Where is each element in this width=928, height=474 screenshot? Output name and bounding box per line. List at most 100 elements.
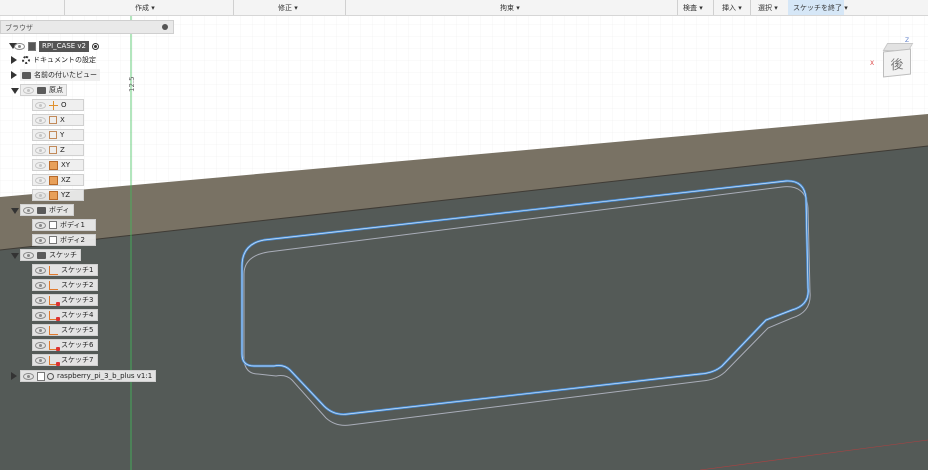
view-cube-face[interactable]: 後 xyxy=(883,48,911,78)
body-item[interactable]: ボディ1 xyxy=(32,219,96,231)
origin-item[interactable]: YZ xyxy=(32,189,84,201)
expand-icon[interactable] xyxy=(11,71,17,79)
visibility-eye-icon[interactable] xyxy=(35,176,46,184)
visibility-eye-icon[interactable] xyxy=(14,42,25,50)
body-item[interactable]: ボディ2 xyxy=(32,234,96,246)
sketch-item-label: スケッチ6 xyxy=(61,341,94,349)
collapse-icon[interactable] xyxy=(11,253,19,259)
sketch-item[interactable]: スケッチ2 xyxy=(32,279,98,291)
browser-title: ブラウザ xyxy=(5,24,33,32)
toolbar-separator xyxy=(345,0,346,15)
folder-icon xyxy=(37,206,46,214)
toolbar-separator xyxy=(677,0,678,15)
visibility-eye-icon[interactable] xyxy=(35,341,46,349)
toolbar-separator xyxy=(64,0,65,15)
axis-icon xyxy=(49,116,57,124)
sketch-item[interactable]: スケッチ7 xyxy=(32,354,98,366)
origin-item[interactable]: XY xyxy=(32,159,84,171)
visibility-eye-icon[interactable] xyxy=(23,251,34,259)
dimension-label[interactable]: 12.5 xyxy=(128,76,136,92)
visibility-eye-icon[interactable] xyxy=(23,86,34,94)
menu-inspect[interactable]: 検査 ▾ xyxy=(683,3,703,13)
origin-label: 原点 xyxy=(49,86,63,94)
canvas-viewport[interactable]: 12.5 xyxy=(0,0,928,471)
plane-icon xyxy=(49,175,58,185)
visibility-eye-icon[interactable] xyxy=(35,101,46,109)
visibility-eye-icon[interactable] xyxy=(35,191,46,199)
collapse-icon[interactable] xyxy=(11,88,19,94)
plane-icon xyxy=(49,190,58,200)
visibility-eye-icon[interactable] xyxy=(35,296,46,304)
toolbar-separator xyxy=(750,0,751,15)
locked-sketch-icon xyxy=(49,295,60,306)
browser-sketches-folder[interactable]: スケッチ xyxy=(20,249,81,261)
link-icon xyxy=(47,372,54,380)
origin-item-label: X xyxy=(60,116,65,124)
body-item-label: ボディ2 xyxy=(60,236,85,244)
sketch-item-label: スケッチ2 xyxy=(61,281,94,289)
folder-icon xyxy=(22,71,31,79)
sketch-icon xyxy=(49,280,58,290)
menu-modify[interactable]: 修正 ▾ xyxy=(278,3,298,13)
body-item-label: ボディ1 xyxy=(60,221,85,229)
sketch-item-label: スケッチ4 xyxy=(61,311,94,319)
browser-bodies-folder[interactable]: ボディ xyxy=(20,204,74,216)
locked-sketch-icon xyxy=(49,355,60,366)
visibility-eye-icon[interactable] xyxy=(35,236,46,244)
sketches-label: スケッチ xyxy=(49,251,77,259)
locked-sketch-icon xyxy=(49,340,60,351)
sketch-item-label: スケッチ1 xyxy=(61,266,94,274)
menu-select[interactable]: 選択 ▾ xyxy=(758,3,778,13)
visibility-eye-icon[interactable] xyxy=(23,206,34,214)
visibility-eye-icon[interactable] xyxy=(35,281,46,289)
view-cube-z-axis: Z xyxy=(905,37,910,44)
origin-point-icon xyxy=(49,100,58,110)
menu-create[interactable]: 作成 ▾ xyxy=(135,3,155,13)
origin-item-label: Y xyxy=(60,131,65,139)
visibility-eye-icon[interactable] xyxy=(35,116,46,124)
browser-document-settings[interactable]: ドキュメントの設定 xyxy=(20,54,96,66)
pin-icon[interactable] xyxy=(162,24,168,30)
visibility-eye-icon[interactable] xyxy=(35,266,46,274)
activate-radio-icon[interactable] xyxy=(92,42,100,50)
visibility-eye-icon[interactable] xyxy=(23,372,34,380)
sketch-item-label: スケッチ3 xyxy=(61,296,94,304)
sketch-item[interactable]: スケッチ5 xyxy=(32,324,98,336)
finish-sketch-button[interactable]: スケッチを終了 ▾ xyxy=(793,3,848,13)
component-label: raspberry_pi_3_b_plus v1:1 xyxy=(57,372,153,380)
origin-item[interactable]: X xyxy=(32,114,84,126)
sketch-item-label: スケッチ5 xyxy=(61,326,94,334)
visibility-eye-icon[interactable] xyxy=(35,146,46,154)
body-icon xyxy=(49,236,57,244)
visibility-eye-icon[interactable] xyxy=(35,356,46,364)
model-view[interactable] xyxy=(0,0,928,471)
sketch-item[interactable]: スケッチ3 xyxy=(32,294,98,306)
expand-icon[interactable] xyxy=(11,372,17,380)
sketch-item[interactable]: スケッチ6 xyxy=(32,339,98,351)
sketch-icon xyxy=(49,265,58,275)
sketch-item[interactable]: スケッチ1 xyxy=(32,264,98,276)
menu-insert[interactable]: 挿入 ▾ xyxy=(722,3,742,13)
locked-sketch-icon xyxy=(49,310,60,321)
browser-root[interactable]: RPI_CASE v2 xyxy=(14,40,100,52)
origin-item[interactable]: Z xyxy=(32,144,84,156)
visibility-eye-icon[interactable] xyxy=(35,161,46,169)
gear-icon xyxy=(22,56,30,64)
collapse-icon[interactable] xyxy=(11,208,19,214)
origin-item[interactable]: O xyxy=(32,99,84,111)
browser-named-views[interactable]: 名前の付いたビュー xyxy=(20,69,100,81)
toolbar-separator xyxy=(233,0,234,15)
origin-item[interactable]: XZ xyxy=(32,174,84,186)
menu-constraints[interactable]: 拘束 ▾ xyxy=(500,3,520,13)
view-cube[interactable]: 後 xyxy=(879,42,914,78)
visibility-eye-icon[interactable] xyxy=(35,311,46,319)
browser-component[interactable]: raspberry_pi_3_b_plus v1:1 xyxy=(20,370,157,382)
visibility-eye-icon[interactable] xyxy=(35,326,46,334)
sketch-item[interactable]: スケッチ4 xyxy=(32,309,98,321)
expand-icon[interactable] xyxy=(11,56,17,64)
browser-header[interactable]: ブラウザ xyxy=(0,20,174,34)
origin-item[interactable]: Y xyxy=(32,129,84,141)
visibility-eye-icon[interactable] xyxy=(35,221,46,229)
visibility-eye-icon[interactable] xyxy=(35,131,46,139)
browser-origin-folder[interactable]: 原点 xyxy=(20,84,67,96)
